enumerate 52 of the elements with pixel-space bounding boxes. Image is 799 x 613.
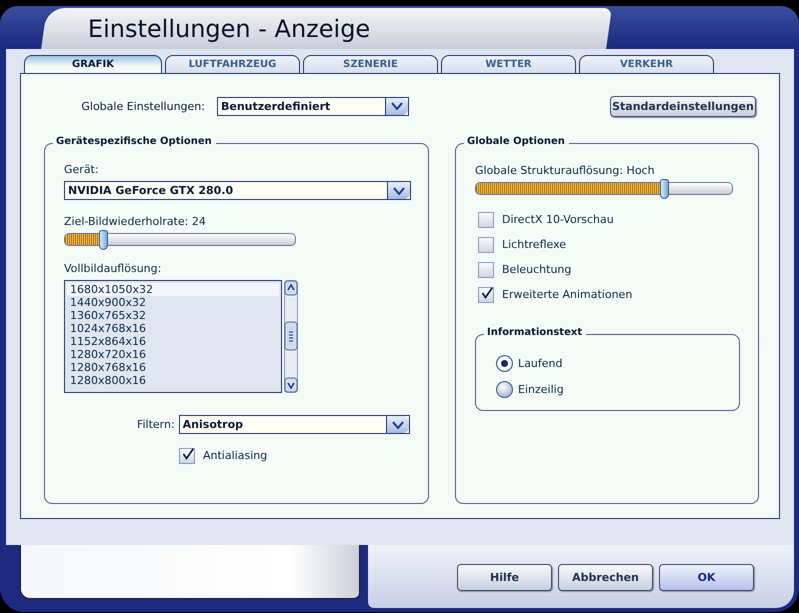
list-item[interactable]: 1680x1050x32 [67, 283, 279, 296]
defaults-button[interactable]: Standardeinstellungen [610, 96, 756, 116]
tab[interactable]: SZENERIE [303, 55, 438, 73]
list-item[interactable]: 1280x800x16 [67, 374, 279, 387]
field-label: Filtern: [136, 418, 176, 431]
slider-thumb[interactable] [660, 179, 670, 199]
tab[interactable]: GRAFIK [24, 55, 162, 73]
window-title: Einstellungen - Anzeige [87, 14, 370, 42]
slider-thumb[interactable] [99, 230, 108, 250]
list-item[interactable]: 1280x768x16 [67, 361, 279, 374]
checkbox[interactable] [179, 448, 195, 464]
list-item[interactable]: 1360x765x32 [67, 309, 279, 322]
slider-label: Globale Strukturauflösung: Hoch [475, 164, 656, 178]
checkbox-label: Erweiterte Animationen [502, 288, 632, 301]
dropdown[interactable]: Benutzerdefiniert [217, 96, 409, 116]
group-title: Globale Optionen [464, 136, 569, 147]
checkbox-label: Lichtreflexe [502, 238, 566, 251]
checkbox[interactable] [478, 262, 494, 278]
radio-label: Laufend [518, 356, 562, 370]
tab[interactable]: LUFTFAHRZEUG [165, 55, 300, 73]
caret-icon [393, 186, 405, 194]
tab[interactable]: VERKEHR [579, 55, 714, 73]
checkbox[interactable] [478, 212, 494, 228]
checkbox[interactable] [478, 236, 494, 252]
radio-button[interactable] [496, 380, 513, 398]
tab[interactable]: WETTER [441, 55, 576, 73]
check-icon [481, 285, 493, 301]
caret-icon [391, 102, 403, 110]
checkbox[interactable] [478, 286, 494, 302]
dialog-button[interactable]: Hilfe [457, 564, 552, 591]
slider-label: Ziel-Bildwiederholrate: 24 [64, 215, 207, 229]
dialog-button[interactable]: OK [659, 564, 754, 591]
checkbox-label: DirectX 10-Vorschau [502, 213, 614, 226]
list-item[interactable]: 1280x720x16 [67, 348, 279, 361]
caret-icon [392, 420, 404, 428]
field-label: Gerät: [64, 163, 100, 177]
list-item[interactable]: 1024x768x16 [67, 322, 279, 335]
check-icon [182, 446, 194, 462]
dialog-button[interactable]: Abbrechen [558, 564, 653, 591]
group-title: Gerätespezifische Optionen [53, 136, 216, 147]
radio-label: Einzeilig [518, 382, 564, 396]
list-item[interactable]: 1440x900x32 [67, 296, 279, 309]
group-title: Informationstext [484, 327, 586, 338]
resolution-list[interactable]: 1680x1050x32 1440x900x32 1360x765x32 1024x768x16 1152x864x16 1280x720x16 1280x768x16 1280x800x16 [64, 280, 282, 393]
field-label: Vollbildauflösung: [64, 262, 162, 276]
list-item[interactable]: 1152x864x16 [67, 335, 279, 348]
checkbox-label: Beleuchtung [502, 263, 572, 276]
checkbox-label: Antialiasing [203, 449, 268, 462]
dropdown[interactable]: NVIDIA GeForce GTX 280.0 [64, 181, 411, 200]
radio-button[interactable] [496, 354, 513, 372]
field-label: Globale Einstellungen: [80, 100, 205, 112]
dropdown[interactable]: Anisotrop [178, 415, 410, 434]
